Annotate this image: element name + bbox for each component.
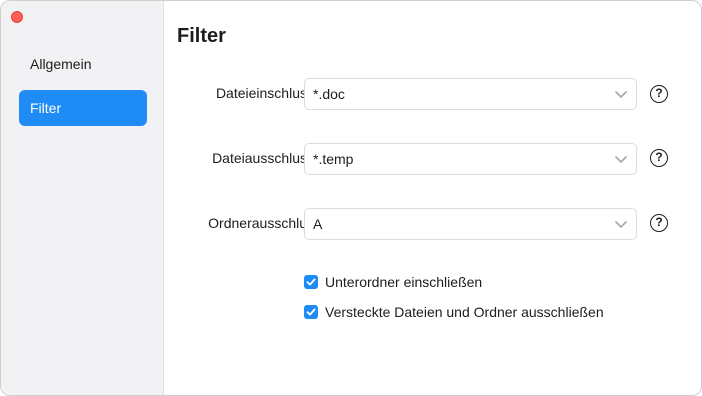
preferences-window: Allgemein Filter Filter Dateieinschluss …: [0, 0, 702, 396]
exclude-folders-value[interactable]: A: [313, 209, 322, 239]
chevron-down-icon[interactable]: [613, 151, 629, 167]
sidebar-item-filter[interactable]: Filter: [19, 90, 147, 126]
sidebar-item-allgemein[interactable]: Allgemein: [19, 46, 147, 82]
sidebar-item-label: Filter: [30, 100, 62, 116]
sidebar: Allgemein Filter: [1, 1, 164, 395]
chevron-down-icon[interactable]: [613, 86, 629, 102]
question-circle-icon[interactable]: ?: [650, 149, 668, 167]
question-circle-icon[interactable]: ?: [650, 214, 668, 232]
sidebar-item-label: Allgemein: [30, 56, 92, 72]
include-subfolders-checkbox[interactable]: [304, 275, 318, 289]
include-files-value[interactable]: *.doc: [313, 79, 345, 109]
page-title: Filter: [177, 25, 226, 47]
include-subfolders-label[interactable]: Unterordner einschließen: [325, 274, 482, 290]
include-files-label: Dateieinschluss: [215, 85, 314, 101]
exclude-hidden-option[interactable]: Versteckte Dateien und Ordner ausschließ…: [304, 303, 604, 321]
exclude-hidden-checkbox[interactable]: [304, 305, 318, 319]
include-files-combobox[interactable]: *.doc: [304, 78, 637, 110]
exclude-files-label: Dateiausschluss: [212, 150, 314, 166]
exclude-folders-combobox[interactable]: A: [304, 208, 637, 240]
exclude-hidden-label[interactable]: Versteckte Dateien und Ordner ausschließ…: [325, 304, 604, 320]
exclude-folders-label: Ordnerausschlus: [208, 215, 314, 231]
chevron-down-icon[interactable]: [613, 216, 629, 232]
question-circle-icon[interactable]: ?: [650, 85, 668, 103]
include-subfolders-option[interactable]: Unterordner einschließen: [304, 273, 482, 291]
exclude-files-combobox[interactable]: *.temp: [304, 143, 637, 175]
checkmark-icon: [306, 278, 316, 286]
checkmark-icon: [306, 308, 316, 316]
close-window-button[interactable]: [11, 11, 23, 23]
main-panel: Filter Dateieinschluss *.doc ? Dateiauss…: [164, 1, 701, 395]
exclude-files-value[interactable]: *.temp: [313, 144, 353, 174]
